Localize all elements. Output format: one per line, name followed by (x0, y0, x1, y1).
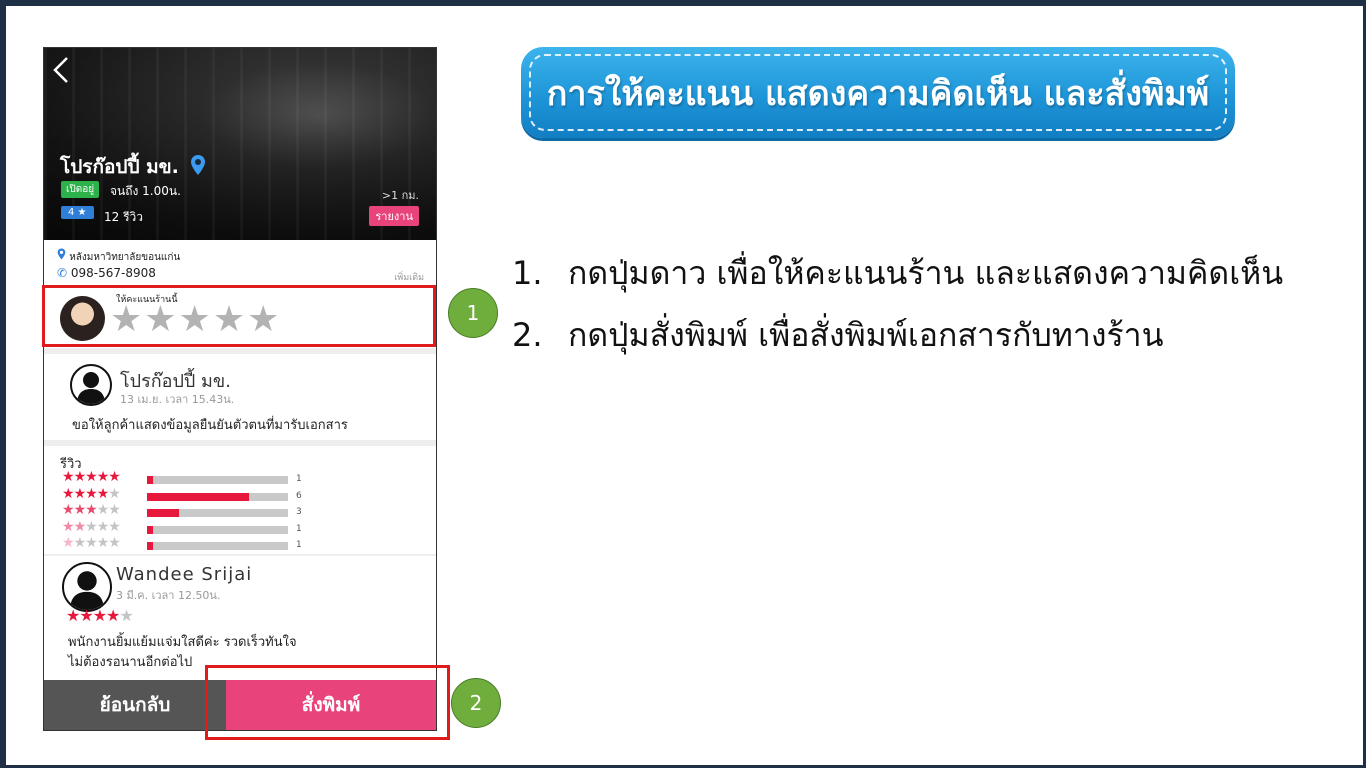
star-rating-icon: ★★★★★ (62, 502, 121, 518)
review-bar-fill (147, 542, 153, 550)
reviewer-name: Wandee Srijai (116, 564, 253, 585)
review-item: Wandee Srijai 3 มี.ค. เวลา 12.50น. ★★★★★… (44, 554, 436, 680)
review-count-value: 1 (296, 523, 302, 534)
review-count[interactable]: 12 รีวิว (104, 208, 143, 227)
instruction-number: 2. (512, 316, 543, 354)
instruction-number: 1. (512, 254, 543, 292)
user-silhouette-icon (70, 364, 112, 406)
chevron-left-icon[interactable] (52, 56, 70, 90)
shop-cover-photo: โปรก๊อปปี้ มข. เปิดอยู่ จนถึง 1.00น. 4 ★… (44, 48, 436, 240)
star-rating-icon: ★★★★★ (62, 469, 121, 485)
review-count-value: 1 (296, 540, 302, 550)
open-status-badge: เปิดอยู่ (61, 181, 100, 198)
highlight-rating (42, 285, 436, 347)
address-row[interactable]: หลังมหาวิทยาลัยขอนแก่น (57, 248, 180, 265)
instruction-text: กดปุ่มดาว เพื่อให้คะแนนร้าน และแสดงความค… (568, 254, 1284, 292)
location-pin-icon (57, 248, 69, 263)
review-bar-fill (147, 509, 180, 517)
report-button[interactable]: รายงาน (369, 206, 419, 226)
phone-number: 098-567-8908 (70, 266, 156, 280)
post-time: 13 เม.ย. เวลา 15.43น. (120, 393, 235, 406)
phone-icon: ✆ (57, 266, 68, 280)
review-bar-track (147, 542, 288, 550)
open-until-text: จนถึง 1.00น. (110, 184, 181, 198)
review-bar-track (147, 525, 288, 534)
review-bar-fill (147, 525, 153, 534)
address-text: หลังมหาวิทยาลัยขอนแก่น (69, 252, 181, 263)
review-text-line1: พนักงานยิ้มแย้มแจ่มใสดีค่ะ รวดเร็วทันใจ (68, 635, 297, 650)
review-bar-track (147, 476, 288, 484)
distance-text: >1 กม. (381, 189, 419, 202)
shop-info: หลังมหาวิทยาลัยขอนแก่น ✆ 098-567-8908 เพ… (44, 240, 436, 285)
post-text: ขอให้ลูกค้าแสดงข้อมูลยืนยันตัวตนที่มารับ… (72, 418, 348, 433)
review-text-line2: ไม่ต้องรอนานอีกต่อไป (68, 655, 193, 670)
review-bar-track (147, 492, 288, 501)
star-rating-icon: ★★★★★ (62, 535, 121, 551)
review-bar-fill (147, 476, 153, 484)
star-rating-icon: ★★★★★ (62, 518, 121, 535)
review-count-value: 3 (296, 507, 302, 517)
instruction-2: 2. กดปุ่มสั่งพิมพ์ เพื่อสั่งพิมพ์เอกสารกั… (512, 310, 1163, 361)
review-time: 3 มี.ค. เวลา 12.50น. (116, 589, 221, 602)
star-rating-icon: ★★★★★ (62, 485, 121, 502)
shop-name: โปรก๊อปปี้ มข. (60, 156, 179, 178)
instruction-1: 1. กดปุ่มดาว เพื่อให้คะแนนร้าน และแสดงควา… (512, 248, 1283, 299)
shop-post: โปรก๊อปปี้ มข. 13 เม.ย. เวลา 15.43น. ขอใ… (44, 354, 436, 440)
review-count-value: 6 (296, 490, 302, 501)
user-silhouette-icon (62, 562, 112, 612)
review-stars: ★★★★★ (66, 606, 134, 625)
review-breakdown-row: ★★★★★ 1 (62, 535, 422, 553)
review-summary: รีวิว ★★★★★ 1 ★★★★★ 6 ★★★★★ 3 ★★★★★ 1 ★★★★★ 1 (44, 446, 436, 554)
marker-2: 2 (451, 678, 501, 728)
rating-badge: 4 ★ (61, 206, 94, 219)
review-bar-track (147, 509, 288, 517)
marker-1: 1 (448, 288, 498, 338)
review-count-value: 1 (296, 474, 302, 484)
review-bar-fill (147, 492, 249, 501)
phone-row[interactable]: ✆ 098-567-8908 (57, 266, 156, 280)
title-banner: การให้คะแนน แสดงความคิดเห็น และสั่งพิมพ์ (521, 47, 1235, 138)
phone-screen: โปรก๊อปปี้ มข. เปิดอยู่ จนถึง 1.00น. 4 ★… (43, 47, 437, 731)
highlight-print (205, 665, 450, 740)
back-button[interactable]: ย้อนกลับ (44, 680, 226, 730)
slide-title: การให้คะแนน แสดงความคิดเห็น และสั่งพิมพ์ (546, 73, 1210, 114)
location-pin-icon[interactable] (190, 154, 206, 180)
more-link[interactable]: เพิ่มเติม (394, 270, 424, 284)
instruction-text: กดปุ่มสั่งพิมพ์ เพื่อสั่งพิมพ์เอกสารกับท… (568, 316, 1164, 354)
